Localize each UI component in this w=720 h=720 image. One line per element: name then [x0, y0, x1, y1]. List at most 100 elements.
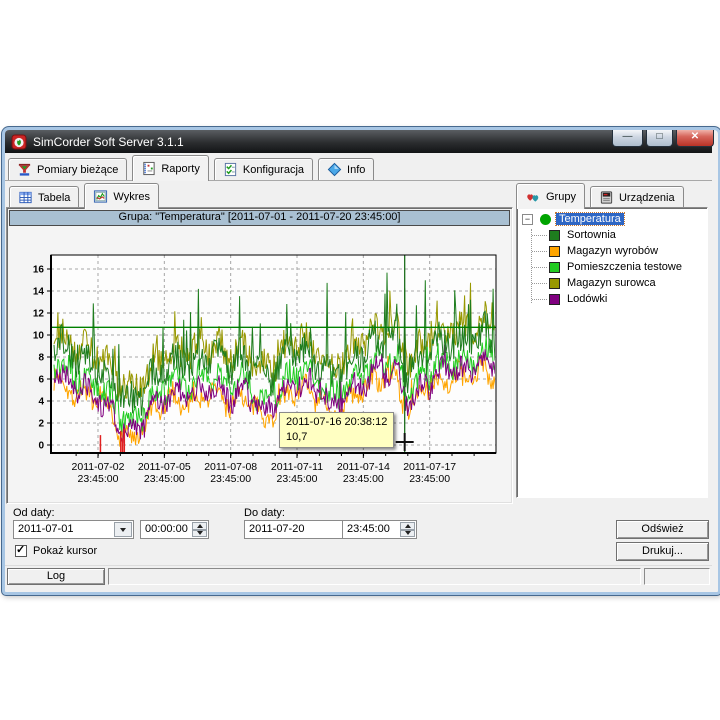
check-icon: ✓	[16, 543, 25, 556]
y-tick-label: 8	[38, 353, 44, 364]
tab-urzadzenia[interactable]: Urządzenia	[590, 186, 684, 208]
tab-pomiary-biezace[interactable]: Pomiary bieżące	[8, 158, 127, 180]
to-time-spinner[interactable]: 23:45:00	[342, 520, 417, 539]
gauge-icon	[17, 162, 32, 177]
tree-item-pomieszczenia-testowe[interactable]: Pomieszczenia testowe	[519, 259, 705, 275]
info-icon	[327, 162, 342, 177]
tab-konfiguracja[interactable]: Konfiguracja	[214, 158, 313, 180]
from-time-value: 00:00:00	[145, 523, 188, 535]
group-color-dot	[540, 214, 551, 225]
groups-tree: − Temperatura Sortownia Magazyn wyrobów …	[516, 207, 708, 498]
y-tick-label: 6	[38, 375, 44, 386]
y-tick-label: 16	[33, 265, 45, 276]
series-color-swatch	[549, 246, 560, 257]
tab-label: Raporty	[161, 163, 200, 175]
report-icon	[141, 161, 156, 176]
print-button[interactable]: Drukuj...	[616, 542, 709, 561]
spin-down-icon[interactable]	[192, 530, 207, 538]
x-tick-label: 23:45:00	[409, 473, 450, 485]
status-panel	[108, 568, 641, 585]
tab-label: Tabela	[38, 192, 70, 204]
tab-raporty[interactable]: Raporty	[132, 155, 209, 181]
spin-up-icon[interactable]	[192, 522, 207, 530]
chart-title-bar: Grupa: "Temperatura" [2011-07-01 - 2011-…	[9, 210, 510, 226]
y-tick-label: 10	[33, 331, 45, 342]
app-icon[interactable]	[11, 134, 27, 150]
report-chart-panel: Grupa: "Temperatura" [2011-07-01 - 2011-…	[6, 207, 513, 504]
from-date-label: Od daty:	[13, 507, 55, 519]
x-tick-label: 2011-07-05	[138, 461, 191, 473]
from-date-combo[interactable]: 2011-07-01	[13, 520, 134, 539]
y-tick-label: 12	[33, 309, 45, 320]
series-color-swatch	[549, 230, 560, 241]
cursor-tooltip: 2011-07-16 20:38:12 10,7	[279, 412, 394, 448]
y-tick-label: 14	[33, 287, 45, 298]
title-bar[interactable]: SimCorder Soft Server 3.1.1	[5, 130, 712, 153]
tree-item-magazyn-wyrobow[interactable]: Magazyn wyrobów	[519, 243, 705, 259]
report-chart[interactable]: 02468101214162011-07-0223:45:002011-07-0…	[9, 227, 510, 503]
config-icon	[223, 162, 238, 177]
x-tick-label: 2011-07-11	[271, 461, 323, 473]
to-date-value: 2011-07-20	[249, 523, 304, 535]
show-cursor-label: Pokaż kursor	[33, 545, 97, 557]
show-cursor-checkbox[interactable]: ✓	[15, 545, 27, 557]
view-tab-bar: Tabela Wykres	[9, 184, 164, 208]
to-time-value: 23:45:00	[347, 523, 390, 535]
tab-label: Pomiary bieżące	[37, 164, 118, 176]
y-tick-label: 0	[38, 441, 44, 452]
x-tick-label: 23:45:00	[78, 473, 119, 485]
tree-item-lodowki[interactable]: Lodówki	[519, 291, 705, 307]
x-tick-label: 23:45:00	[144, 473, 185, 485]
log-button[interactable]: Log	[7, 568, 105, 585]
chart-icon	[93, 189, 108, 204]
from-time-spinner[interactable]: 00:00:00	[140, 520, 209, 539]
tab-label: Konfiguracja	[243, 164, 304, 176]
tree-item-temperatura[interactable]: Temperatura	[556, 213, 624, 225]
x-tick-label: 2011-07-14	[337, 461, 390, 473]
tab-label: Grupy	[546, 191, 576, 203]
tab-grupy[interactable]: Grupy	[516, 183, 585, 209]
side-tab-bar: Grupy Urządzenia	[516, 183, 689, 208]
tab-info[interactable]: Info	[318, 158, 374, 180]
series-color-swatch	[549, 262, 560, 273]
app-window: SimCorder Soft Server 3.1.1 — □ ✕ Pomiar…	[2, 127, 720, 595]
y-tick-label: 2	[38, 419, 44, 430]
series-color-swatch	[549, 294, 560, 305]
tab-wykres[interactable]: Wykres	[84, 183, 159, 209]
device-icon	[599, 190, 614, 205]
spin-down-icon[interactable]	[400, 530, 415, 538]
tree-item-label: Magazyn wyrobów	[567, 245, 658, 257]
tab-tabela[interactable]: Tabela	[9, 186, 79, 208]
tree-root-row[interactable]: − Temperatura	[519, 211, 705, 227]
chevron-down-icon[interactable]	[114, 522, 132, 537]
close-button[interactable]: ✕	[676, 130, 714, 147]
maximize-button[interactable]: □	[646, 130, 673, 147]
x-tick-label: 23:45:00	[210, 473, 251, 485]
status-panel-right	[644, 568, 710, 585]
tree-item-magazyn-surowca[interactable]: Magazyn surowca	[519, 275, 705, 291]
tooltip-value: 10,7	[286, 430, 387, 445]
groups-icon	[525, 189, 541, 204]
tree-item-label: Lodówki	[567, 293, 607, 305]
tooltip-date: 2011-07-16 20:38:12	[286, 415, 387, 430]
tab-label: Wykres	[113, 191, 150, 203]
x-tick-label: 2011-07-17	[403, 461, 456, 473]
refresh-button[interactable]: Odśwież	[616, 520, 709, 539]
minimize-button[interactable]: —	[612, 130, 643, 147]
spin-up-icon[interactable]	[400, 522, 415, 530]
to-date-label: Do daty:	[244, 507, 285, 519]
tab-label: Urządzenia	[619, 192, 675, 204]
main-tab-bar: Pomiary bieżące Raporty Konfiguracja	[5, 156, 712, 181]
x-tick-label: 2011-07-02	[72, 461, 125, 473]
tree-item-label: Sortownia	[567, 229, 616, 241]
tab-label: Info	[347, 164, 365, 176]
x-tick-label: 23:45:00	[343, 473, 384, 485]
x-tick-label: 23:45:00	[277, 473, 318, 485]
x-tick-label: 2011-07-08	[204, 461, 257, 473]
tree-collapse-toggle[interactable]: −	[522, 214, 533, 225]
window-title: SimCorder Soft Server 3.1.1	[33, 135, 184, 149]
status-bar: Log	[5, 565, 712, 587]
tree-item-sortownia[interactable]: Sortownia	[519, 227, 705, 243]
from-date-value: 2011-07-01	[18, 523, 73, 535]
tree-item-label: Magazyn surowca	[567, 277, 656, 289]
